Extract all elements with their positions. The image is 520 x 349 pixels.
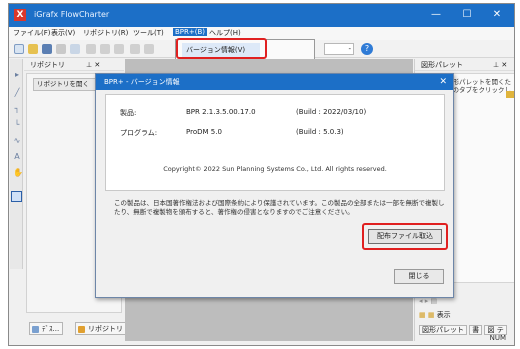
copy-icon[interactable] [100, 44, 110, 54]
repository-panel-header: リポジトリ ⊥ ✕ [24, 59, 124, 71]
tab-shape-palette[interactable]: 図形パレット [419, 325, 467, 335]
program-label: プログラム: [120, 129, 158, 137]
menu-bpr[interactable]: BPR+(B) [173, 28, 208, 36]
product-label: 製品: [120, 109, 137, 117]
text-tool-icon[interactable]: A [13, 153, 21, 161]
shape-palette-hint: 図形パレットを開くためのタブをクリックし [446, 78, 511, 94]
tab-desktop[interactable]: ﾃﾞｽ... [29, 322, 64, 335]
tab-repository-label: リポジトリ [88, 325, 123, 333]
menu-tools[interactable]: ツール(T) [133, 28, 164, 38]
version-info-dialog: BPR+ - バージョン情報 ✕ 製品: BPR 2.1.3.5.00.17.0… [95, 73, 454, 298]
app-logo-icon: X [14, 9, 26, 21]
dialog-title: BPR+ - バージョン情報 [104, 78, 180, 86]
product-build: (Build : 2022/03/10) [296, 108, 367, 116]
window-title: iGrafx FlowCharter [34, 10, 110, 19]
status-num-lock: NUM [489, 334, 506, 342]
help-icon[interactable]: ? [361, 43, 373, 55]
dialog-close-button[interactable]: 閉じる [394, 269, 444, 284]
undo-icon[interactable] [130, 44, 140, 54]
elbow-tool-icon[interactable]: └ [13, 121, 21, 129]
curve-tool-icon[interactable]: ∿ [13, 137, 21, 145]
shape-palette-header: 図形パレット ⊥ ✕ [415, 59, 514, 71]
shape-palette-title: 図形パレット [421, 61, 463, 69]
palette-view-icon[interactable]: ▦ ▦ [419, 311, 437, 319]
tab-repository[interactable]: リポジトリ [75, 322, 127, 335]
repository-icon [78, 326, 85, 333]
palette-folder-icon [506, 91, 514, 98]
dialog-info-box: 製品: BPR 2.1.3.5.00.17.0 (Build : 2022/03… [105, 94, 445, 191]
close-button[interactable]: ✕ [485, 7, 509, 23]
new-icon[interactable] [14, 44, 24, 54]
dialog-title-bar: BPR+ - バージョン情報 ✕ [96, 74, 453, 90]
program-build: (Build : 5.0.3) [296, 128, 344, 136]
highlight-import-button [362, 223, 448, 250]
copyright-text: Copyright© 2022 Sun Planning Systems Co.… [163, 165, 387, 173]
drawing-tools-bar: ▸ ╱ ┐ └ ∿ A ✋ [10, 59, 23, 269]
product-value: BPR 2.1.3.5.00.17.0 [186, 108, 256, 116]
app-window: X iGrafx FlowCharter — ☐ ✕ ファイル(F) 表示(V)… [8, 3, 515, 346]
highlight-version-menu [176, 38, 267, 59]
preview-icon[interactable] [70, 44, 80, 54]
dialog-close-icon[interactable]: ✕ [439, 74, 447, 90]
redo-icon[interactable] [144, 44, 154, 54]
title-bar: X iGrafx FlowCharter — ☐ ✕ [9, 4, 514, 27]
menu-view[interactable]: 表示(V) [51, 28, 75, 38]
line-tool-icon[interactable]: ╱ [13, 89, 21, 97]
save-icon[interactable] [42, 44, 52, 54]
cut-icon[interactable] [86, 44, 96, 54]
program-value: ProDM 5.0 [186, 128, 222, 136]
zoom-combo[interactable]: - [324, 43, 354, 55]
palette-view-label[interactable]: 表示 [437, 311, 451, 319]
menu-help[interactable]: ヘルプ(H) [209, 28, 241, 38]
paste-icon[interactable] [114, 44, 124, 54]
connector-tool-icon[interactable]: ┐ [13, 105, 21, 113]
tab-book[interactable]: 書 [469, 325, 483, 335]
tab-desktop-label: ﾃﾞｽ... [42, 325, 60, 333]
desktop-icon [32, 326, 39, 333]
pointer-tool-icon[interactable]: ▸ [13, 71, 21, 79]
repository-panel-title: リポジトリ [30, 61, 65, 69]
repository-pin-icon[interactable]: ⊥ ✕ [86, 59, 100, 71]
palette-nav-arrows[interactable]: ◂ ▸ ▤ [419, 297, 437, 305]
menu-file[interactable]: ファイル(F) [13, 28, 51, 38]
minimize-button[interactable]: — [424, 7, 448, 23]
copyright-notice: この製品は、日本国著作権法および国際条約により保護されています。この製品の全部ま… [114, 199, 445, 216]
pan-tool-icon[interactable]: ✋ [13, 169, 23, 177]
print-icon[interactable] [56, 44, 66, 54]
maximize-button[interactable]: ☐ [455, 7, 479, 23]
palette-view-row: ▦ ▦ 表示 [419, 310, 451, 320]
menu-repository[interactable]: リポジトリ(R) [83, 28, 128, 38]
shape-palette-pin-icon[interactable]: ⊥ ✕ [493, 59, 507, 71]
selected-tool-icon[interactable] [11, 191, 22, 202]
open-folder-icon[interactable] [28, 44, 38, 54]
